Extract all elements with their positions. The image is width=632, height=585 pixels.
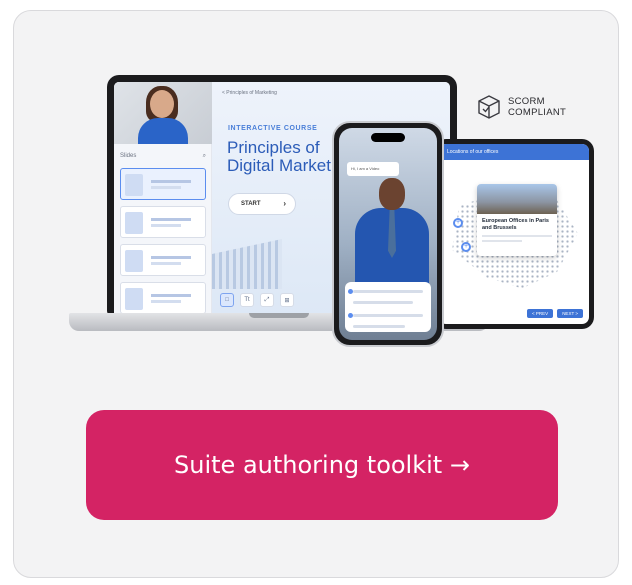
suite-authoring-toolkit-button[interactable]: Suite authoring toolkit → — [86, 410, 558, 520]
slide-thumbnail[interactable] — [120, 206, 206, 238]
presenter-head — [379, 178, 405, 210]
map-pin-icon[interactable]: + — [461, 242, 471, 252]
breadcrumb[interactable]: < Principles of Marketing — [222, 90, 277, 96]
search-icon: ⌕ — [202, 152, 206, 159]
toolbar-button[interactable]: □ — [220, 293, 234, 307]
prev-button[interactable]: < PREV — [527, 309, 554, 318]
slide-thumbnail[interactable] — [120, 168, 206, 200]
video-bubble: Hi, I am a Video — [347, 162, 399, 176]
sidebar-search-label: Slides — [120, 153, 137, 159]
office-title: European Offices in Paris and Brussels — [482, 218, 549, 231]
arrow-right-icon: › — [283, 199, 286, 208]
next-button[interactable]: NEXT > — [557, 309, 583, 318]
dynamic-island — [371, 133, 405, 142]
phone-panel — [345, 282, 431, 332]
package-check-icon — [478, 95, 500, 119]
slide-thumbnail[interactable] — [120, 244, 206, 276]
slide-thumbnail[interactable] — [120, 282, 206, 314]
sidebar-search[interactable]: Slides ⌕ — [120, 150, 206, 162]
tablet-header: Locations of our offices — [439, 144, 589, 160]
building-image — [212, 239, 282, 289]
tablet-nav: < PREV NEXT > — [527, 309, 583, 318]
scorm-badge: SCORM COMPLIANT — [476, 94, 566, 120]
phone-display: Hi, I am a Video — [339, 128, 437, 340]
scorm-line1: SCORM — [508, 96, 545, 107]
presenter-video — [114, 82, 212, 144]
course-sidebar: Slides ⌕ — [114, 82, 212, 315]
tablet-display: Locations of our offices + + European Of… — [439, 144, 589, 324]
start-label: START — [241, 201, 261, 207]
slide-toolbar: □ Tt ⤢ ⊞ — [220, 293, 294, 307]
start-button[interactable]: START › — [228, 193, 296, 215]
office-photo — [477, 184, 557, 214]
presenter-torso — [138, 118, 188, 144]
map-pin-icon[interactable]: + — [453, 218, 463, 228]
toolbar-button[interactable]: Tt — [240, 293, 254, 307]
tablet-mockup: Locations of our offices + + European Of… — [434, 139, 594, 329]
course-eyebrow: INTERACTIVE COURSE — [228, 125, 318, 132]
scorm-label: SCORM COMPLIANT — [508, 96, 566, 118]
toolbar-button[interactable]: ⤢ — [260, 293, 274, 307]
toolbar-button[interactable]: ⊞ — [280, 293, 294, 307]
office-card: European Offices in Paris and Brussels — [477, 184, 557, 256]
phone-mockup: Hi, I am a Video — [332, 121, 444, 347]
scorm-line2: COMPLIANT — [508, 107, 567, 118]
presenter-face — [150, 90, 174, 118]
